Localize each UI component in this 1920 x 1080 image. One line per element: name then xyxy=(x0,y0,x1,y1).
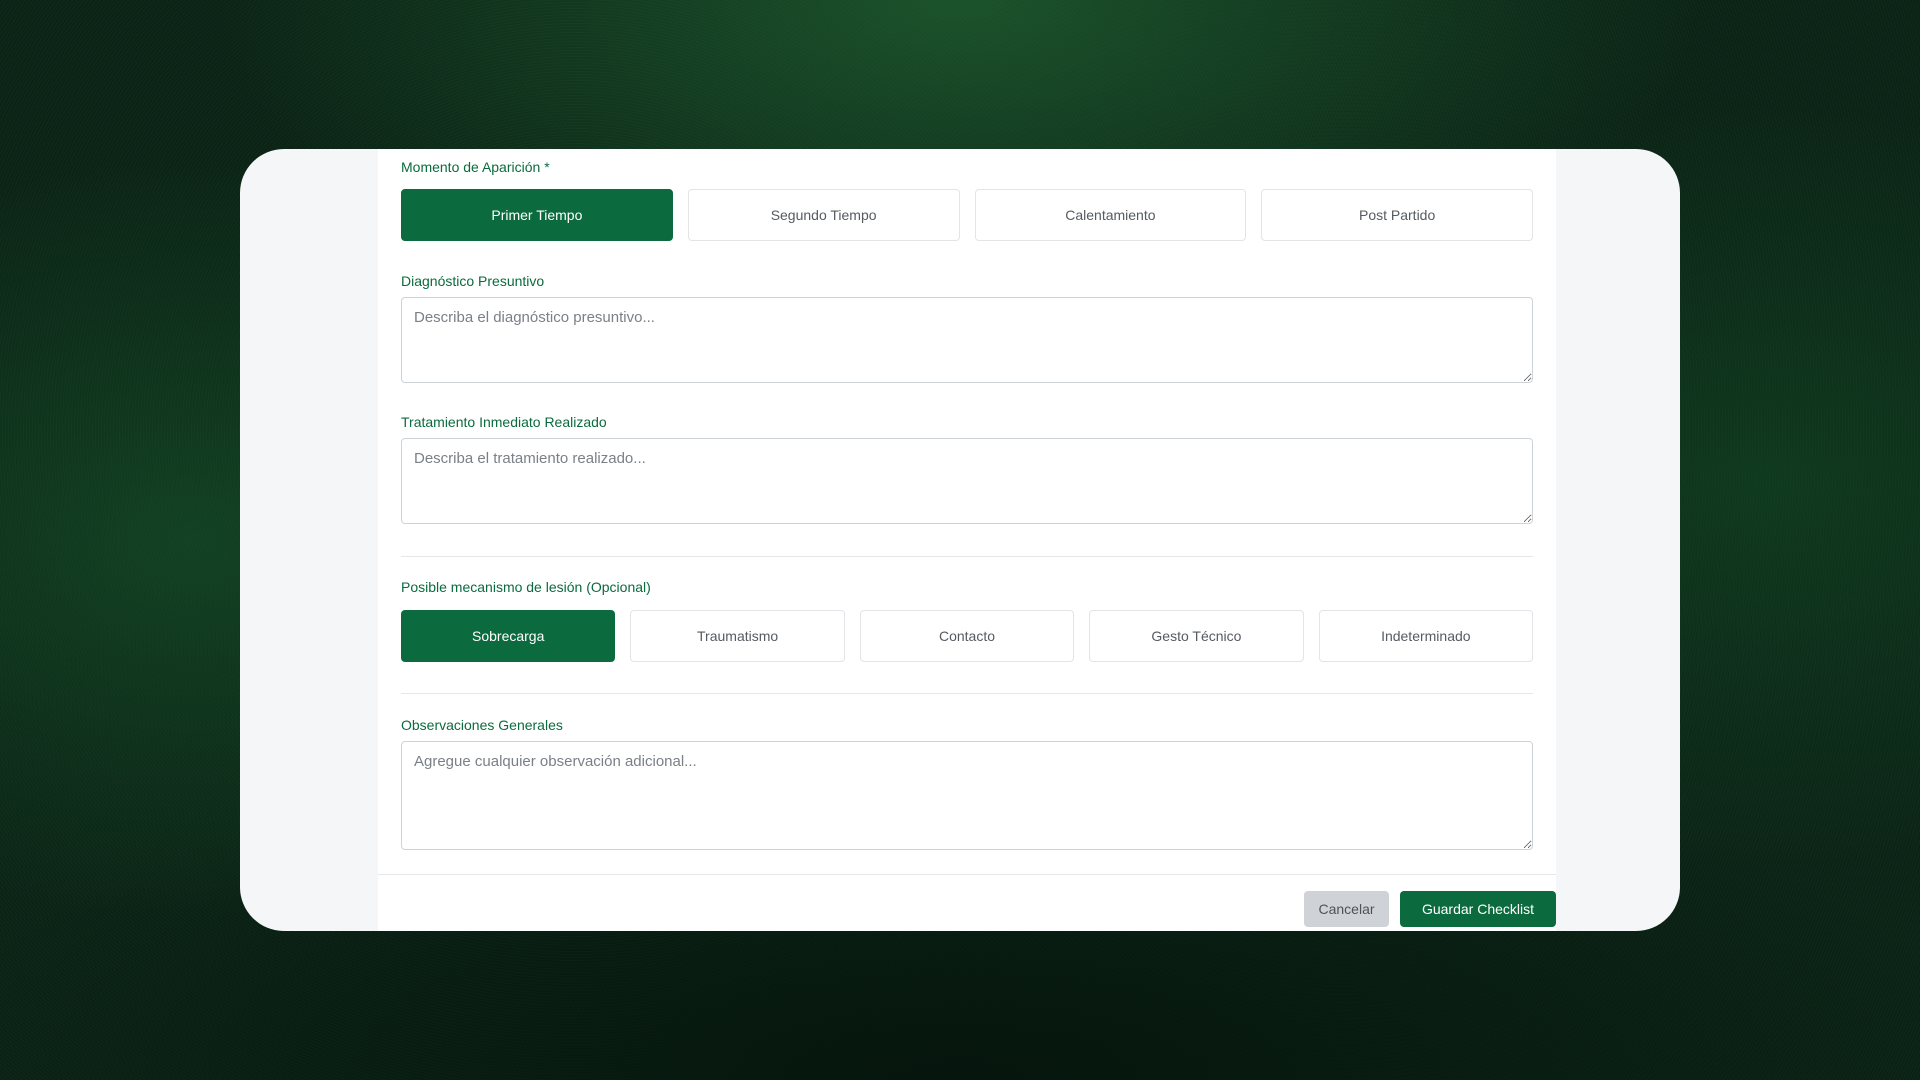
section-divider xyxy=(401,556,1533,557)
mechanism-options: Sobrecarga Traumatismo Contacto Gesto Té… xyxy=(401,610,1534,662)
diagnosis-label: Diagnóstico Presuntivo xyxy=(401,273,545,289)
mechanism-option-gesto-tecnico[interactable]: Gesto Técnico xyxy=(1089,610,1304,662)
checklist-form-panel: Momento de Aparición * Primer Tiempo Seg… xyxy=(378,149,1556,931)
diagnosis-textarea[interactable] xyxy=(401,297,1533,383)
mechanism-option-indeterminado[interactable]: Indeterminado xyxy=(1318,610,1534,662)
modal-frame: Momento de Aparición * Primer Tiempo Seg… xyxy=(240,149,1680,931)
observations-label: Observaciones Generales xyxy=(401,717,563,733)
treatment-label: Tratamiento Inmediato Realizado xyxy=(401,414,607,430)
treatment-field-wrapper xyxy=(401,438,1533,524)
observations-field-wrapper xyxy=(401,741,1533,850)
moment-option-segundo-tiempo[interactable]: Segundo Tiempo xyxy=(687,189,960,241)
section-divider xyxy=(401,693,1533,694)
moment-options: Primer Tiempo Segundo Tiempo Calentamien… xyxy=(401,189,1533,241)
mechanism-option-sobrecarga[interactable]: Sobrecarga xyxy=(401,610,616,662)
moment-option-primer-tiempo[interactable]: Primer Tiempo xyxy=(401,189,673,241)
treatment-textarea[interactable] xyxy=(401,438,1533,524)
mechanism-label: Posible mecanismo de lesión (Opcional) xyxy=(401,579,651,595)
moment-option-calentamiento[interactable]: Calentamiento xyxy=(974,189,1247,241)
mechanism-option-traumatismo[interactable]: Traumatismo xyxy=(630,610,845,662)
save-checklist-button[interactable]: Guardar Checklist xyxy=(1400,891,1556,927)
moment-option-post-partido[interactable]: Post Partido xyxy=(1261,189,1533,241)
cancel-button[interactable]: Cancelar xyxy=(1304,891,1389,927)
mechanism-option-contacto[interactable]: Contacto xyxy=(859,610,1075,662)
diagnosis-field-wrapper xyxy=(401,297,1533,383)
moment-label: Momento de Aparición * xyxy=(401,159,550,175)
footer-divider xyxy=(378,874,1556,875)
observations-textarea[interactable] xyxy=(401,741,1533,850)
